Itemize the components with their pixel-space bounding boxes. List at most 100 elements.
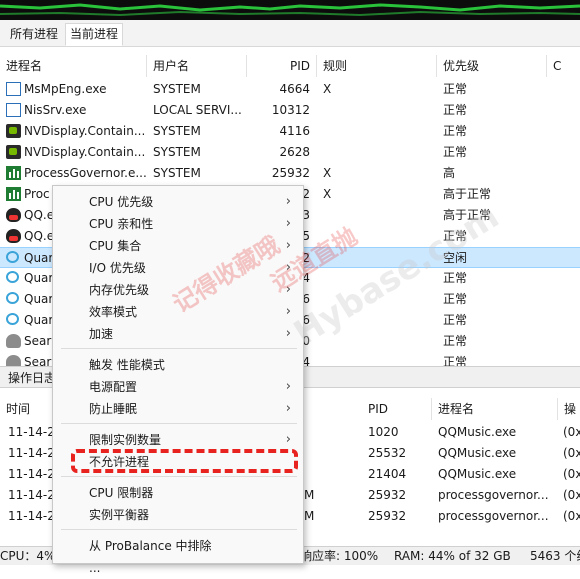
chevron-right-icon: › xyxy=(285,216,291,231)
nissrv-icon xyxy=(6,103,21,117)
activity-graph xyxy=(0,0,580,20)
menu-item-label: I/O 优先级 xyxy=(89,261,146,275)
process-row[interactable]: NVDisplay.Contain... SYSTEM 2628 正常 xyxy=(0,142,580,163)
process-name: NVDisplay.Contain... xyxy=(24,124,146,138)
menu-item-label: 内存优先级 xyxy=(89,283,150,297)
menu-item-label: 加速 xyxy=(89,327,114,341)
log-process: processgovernor... xyxy=(438,509,549,523)
log-pid: 1020 xyxy=(368,425,399,439)
menu-separator xyxy=(61,476,297,477)
menu-item[interactable]: 触发 性能模式 xyxy=(53,354,303,376)
log-pid: 21404 xyxy=(368,467,407,481)
log-process: QQMusic.exe xyxy=(438,467,517,481)
log-pid: 25932 xyxy=(368,509,407,523)
menu-item[interactable]: 电源配置 › xyxy=(53,376,303,398)
process-user: LOCAL SERVI... xyxy=(153,103,242,117)
process-priority: 正常 xyxy=(443,82,468,96)
process-rule xyxy=(323,121,423,142)
process-name: MsMpEng.exe xyxy=(24,82,107,96)
process-row[interactable]: NisSrv.exe LOCAL SERVI... 10312 正常 xyxy=(0,100,580,121)
processgovernor-icon xyxy=(6,187,21,201)
chevron-right-icon: › xyxy=(285,401,291,416)
cloud-icon xyxy=(6,271,19,283)
menu-item-label: 电源配置 xyxy=(89,380,138,394)
status-cpu: CPU：4% xyxy=(0,549,56,563)
log-process: QQMusic.exe xyxy=(438,425,517,439)
status-count: 5463 个线 xyxy=(530,549,580,563)
msmpeng-icon xyxy=(6,82,21,96)
process-name: NVDisplay.Contain... xyxy=(24,145,146,159)
menu-item-label: 从 ProBalance 中排除 xyxy=(89,539,212,553)
tab-bar: 所有进程 当前进程 xyxy=(0,20,580,47)
log-mid xyxy=(304,464,324,485)
process-name: NisSrv.exe xyxy=(24,103,87,117)
search-icon xyxy=(6,334,21,348)
log-process: processgovernor... xyxy=(438,488,549,502)
process-user: SYSTEM xyxy=(153,82,201,96)
menu-item-label: CPU 集合 xyxy=(89,239,142,253)
process-priority: 正常 xyxy=(443,124,468,138)
nvidia-icon xyxy=(6,124,21,138)
log-action: (0x xyxy=(563,488,580,502)
log-mid: M xyxy=(304,488,315,502)
status-ram: RAM: 44% of 32 GB xyxy=(394,549,511,563)
log-action: (0x xyxy=(563,446,580,460)
process-pid: 2628 xyxy=(279,145,310,159)
process-pid: 10312 xyxy=(271,103,310,117)
process-row[interactable]: ProcessGovernor.e... SYSTEM 25932 X 高 xyxy=(0,163,580,184)
menu-item[interactable]: 加速 › xyxy=(53,323,303,345)
menu-item[interactable]: CPU 优先级 › xyxy=(53,191,303,213)
log-pid: 25532 xyxy=(368,446,407,460)
menu-item-label: 效率模式 xyxy=(89,305,138,319)
menu-item[interactable]: 实例平衡器 xyxy=(53,504,303,526)
log-mid xyxy=(304,443,324,464)
chevron-right-icon: › xyxy=(285,379,291,394)
process-row[interactable]: MsMpEng.exe SYSTEM 4664 X 正常 xyxy=(0,79,580,100)
menu-item-label: CPU 限制器 xyxy=(89,486,154,500)
log-column-process[interactable]: 进程名 xyxy=(432,398,558,420)
qq-icon xyxy=(6,208,21,222)
cloud-icon xyxy=(6,313,19,325)
process-priority: 高 xyxy=(443,166,456,180)
cloud-icon xyxy=(6,292,19,304)
processgovernor-icon xyxy=(6,166,21,180)
tab-all-processes[interactable]: 所有进程 xyxy=(6,24,62,45)
log-column-action[interactable]: 操 xyxy=(558,398,580,420)
column-header-user[interactable]: 用户名 xyxy=(147,55,247,77)
process-rule: X xyxy=(323,166,332,180)
process-name: ProcessGovernor.e... xyxy=(24,166,146,180)
process-user: SYSTEM xyxy=(153,166,201,180)
menu-item-label: 实例平衡器 xyxy=(89,508,150,522)
menu-item[interactable]: ... xyxy=(53,557,303,579)
graph-svg xyxy=(0,3,580,17)
process-pid: 4664 xyxy=(279,82,310,96)
chevron-right-icon: › xyxy=(285,194,291,209)
log-column-pid[interactable]: PID xyxy=(362,398,432,420)
column-header-extra[interactable]: C xyxy=(547,55,580,77)
process-priority: 正常 xyxy=(443,103,468,117)
process-row[interactable]: NVDisplay.Contain... SYSTEM 4116 正常 xyxy=(0,121,580,142)
menu-item[interactable]: 防止睡眠 › xyxy=(53,398,303,420)
menu-separator xyxy=(61,348,297,349)
process-priority: 正常 xyxy=(443,271,468,285)
process-rule xyxy=(323,100,423,121)
menu-separator xyxy=(61,423,297,424)
column-header-rule[interactable]: 规则 xyxy=(317,55,437,77)
menu-item[interactable]: CPU 限制器 xyxy=(53,482,303,504)
status-response: 响应率: 100% xyxy=(300,549,379,563)
process-priority: 正常 xyxy=(443,292,468,306)
menu-item[interactable]: 从 ProBalance 中排除 xyxy=(53,535,303,557)
column-header-priority[interactable]: 优先级 xyxy=(437,55,547,77)
log-section-label: 操作日志 xyxy=(8,371,57,385)
column-header-pid[interactable]: PID xyxy=(247,55,317,77)
menu-item-label: ... xyxy=(89,561,101,575)
column-header-name[interactable]: 进程名 xyxy=(0,55,147,77)
log-pid: 25932 xyxy=(368,488,407,502)
log-mid xyxy=(304,422,324,443)
menu-item[interactable]: 限制实例数量 › xyxy=(53,429,303,451)
process-priority: 正常 xyxy=(443,313,468,327)
menu-separator xyxy=(61,529,297,530)
tab-current-processes[interactable]: 当前进程 xyxy=(65,23,124,46)
process-user: SYSTEM xyxy=(153,145,201,159)
log-action: (0x xyxy=(563,509,580,523)
